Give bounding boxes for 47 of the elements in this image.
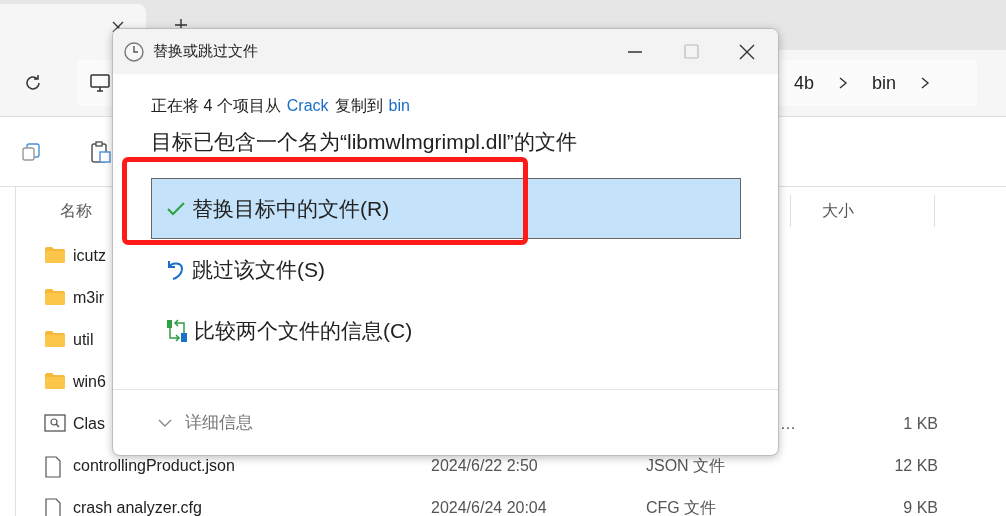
folder-link[interactable]: Crack — [286, 94, 329, 118]
folder-icon — [44, 330, 66, 348]
file-name[interactable]: Clas — [73, 412, 105, 436]
file-name[interactable]: m3ir — [73, 286, 105, 310]
paste-icon[interactable] — [90, 139, 112, 164]
details-toggle[interactable]: 详细信息 — [185, 409, 253, 436]
file-name[interactable]: icutz — [73, 244, 106, 268]
modified-date: 2024/6/24 20:04 — [431, 498, 547, 516]
checkmark-icon — [166, 200, 186, 217]
file-name[interactable]: win6 — [73, 370, 106, 394]
modified-date: 2024/6/22 2:50 — [431, 456, 538, 476]
file-name[interactable]: crash analyzer.cfg — [73, 496, 202, 516]
undo-arrow-icon — [166, 258, 186, 281]
file-size: 1 KB — [903, 414, 938, 434]
column-header[interactable]: 名称 — [60, 199, 92, 223]
compare-icon — [166, 318, 188, 343]
chevron-right-icon — [838, 76, 849, 90]
file-size: 9 KB — [903, 498, 938, 516]
file-icon — [44, 456, 62, 478]
file-size: 12 KB — [894, 456, 938, 476]
breadcrumb-item[interactable]: 4b — [794, 69, 815, 97]
folder-icon — [44, 246, 66, 264]
settings-file-icon — [44, 414, 66, 432]
folder-icon — [44, 288, 66, 306]
option-button[interactable]: 比较两个文件的信息(C) — [151, 300, 741, 361]
conflict-message: 目标已包含一个名为“libmwlmgrimpl.dll”的文件 — [151, 130, 578, 154]
file-type: CFG 文件 — [646, 498, 717, 516]
breadcrumb-item[interactable]: bin — [872, 69, 897, 97]
computer-icon — [89, 73, 111, 93]
folder-icon — [44, 372, 66, 390]
option-button[interactable]: 替换目标中的文件(R) — [151, 178, 741, 239]
file-type: … — [780, 414, 796, 434]
status-text: 复制到 — [334, 96, 383, 116]
file-name[interactable]: controllingProduct.json — [73, 454, 235, 478]
refresh-icon[interactable] — [23, 73, 43, 93]
file-icon — [44, 498, 62, 516]
file-type: JSON 文件 — [646, 456, 726, 476]
column-header[interactable]: 大小 — [822, 199, 854, 223]
status-text: 正在将 4 个项目从 — [151, 96, 281, 116]
window-title: 替换或跳过文件 — [153, 41, 258, 62]
file-name[interactable]: util — [73, 328, 94, 352]
chevron-down-icon[interactable] — [157, 417, 173, 428]
clock-icon — [123, 40, 145, 63]
option-button[interactable]: 跳过该文件(S) — [151, 239, 741, 300]
chevron-right-icon — [920, 76, 931, 90]
folder-link[interactable]: bin — [388, 94, 410, 118]
copy-icon[interactable] — [20, 140, 42, 163]
